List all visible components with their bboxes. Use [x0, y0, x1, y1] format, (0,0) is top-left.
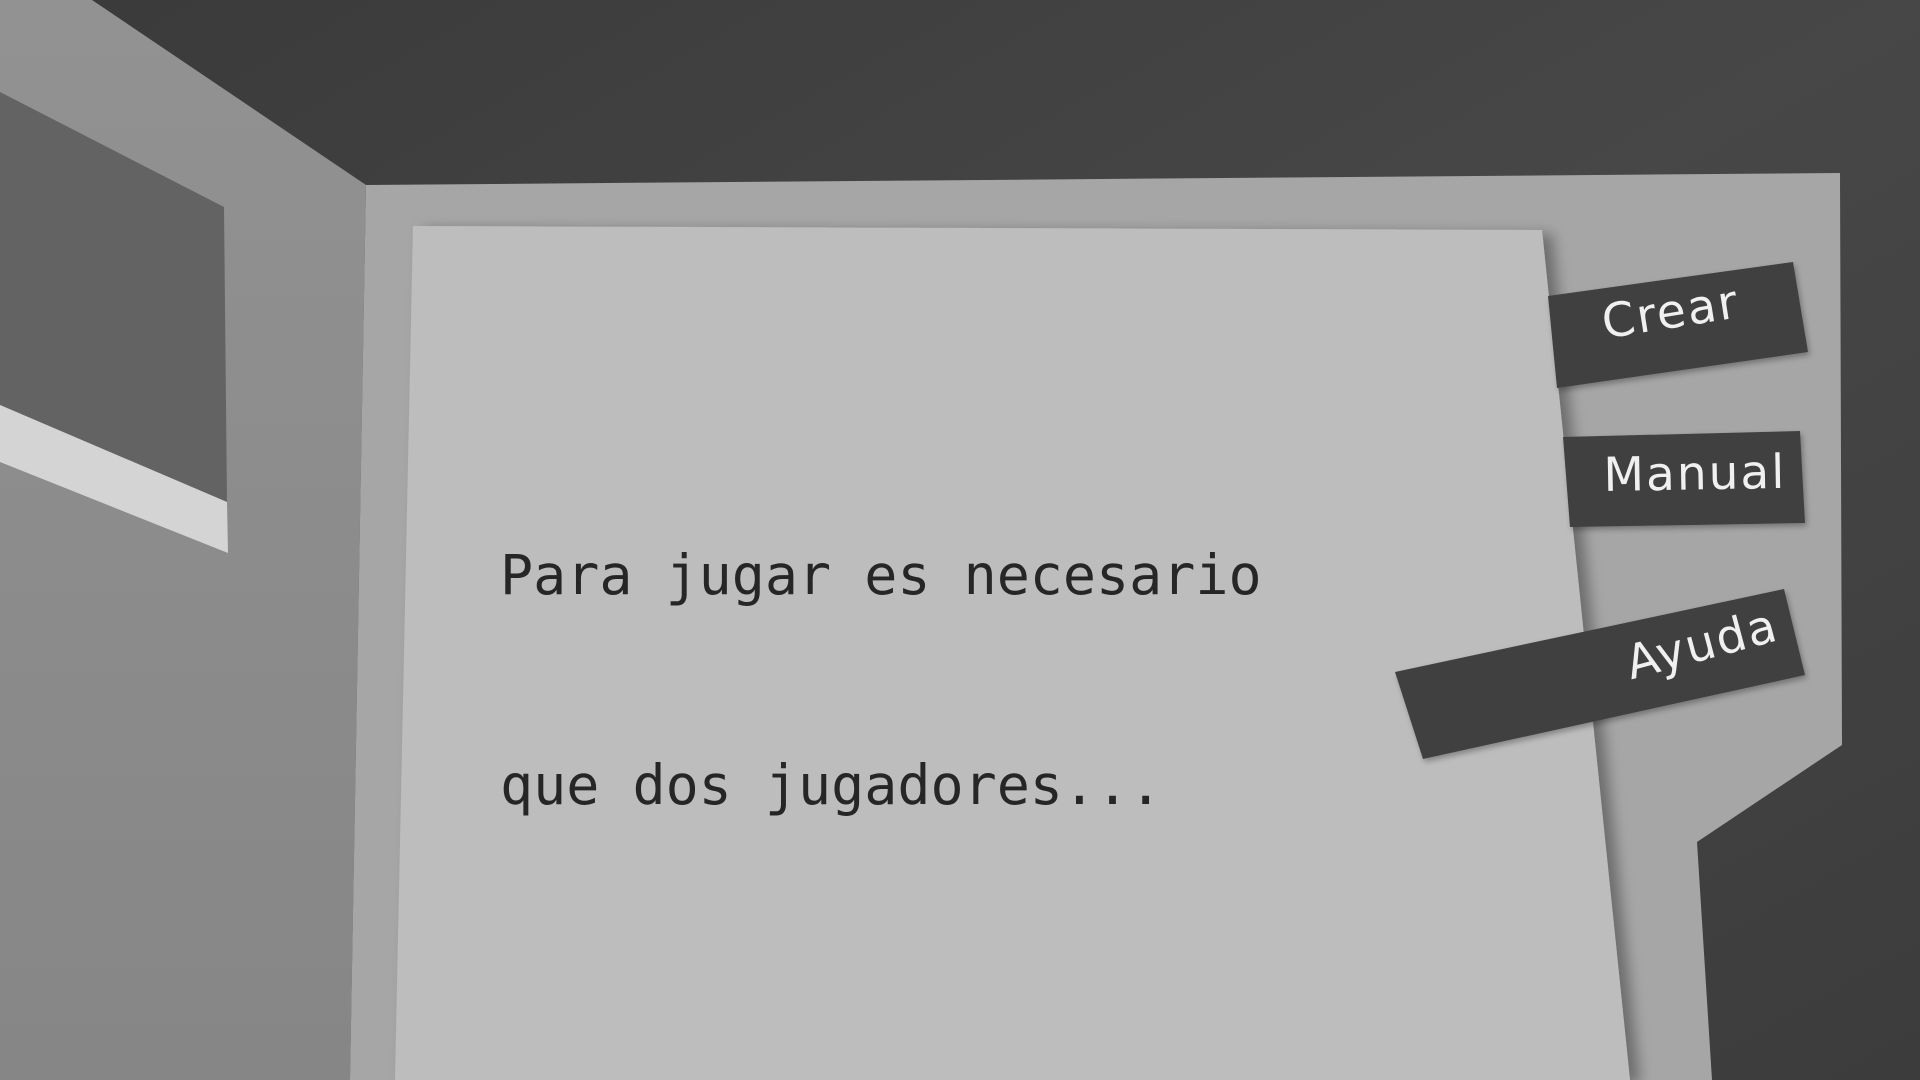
intro-text: Para jugar es necesario que dos jugadore…	[500, 400, 1262, 960]
manual-button[interactable]: Manual	[1603, 445, 1787, 503]
intro-line-2: que dos jugadores...	[500, 753, 1163, 817]
game-scene: Para jugar es necesario que dos jugadore…	[0, 0, 1920, 1080]
intro-line-1: Para jugar es necesario	[500, 543, 1262, 607]
